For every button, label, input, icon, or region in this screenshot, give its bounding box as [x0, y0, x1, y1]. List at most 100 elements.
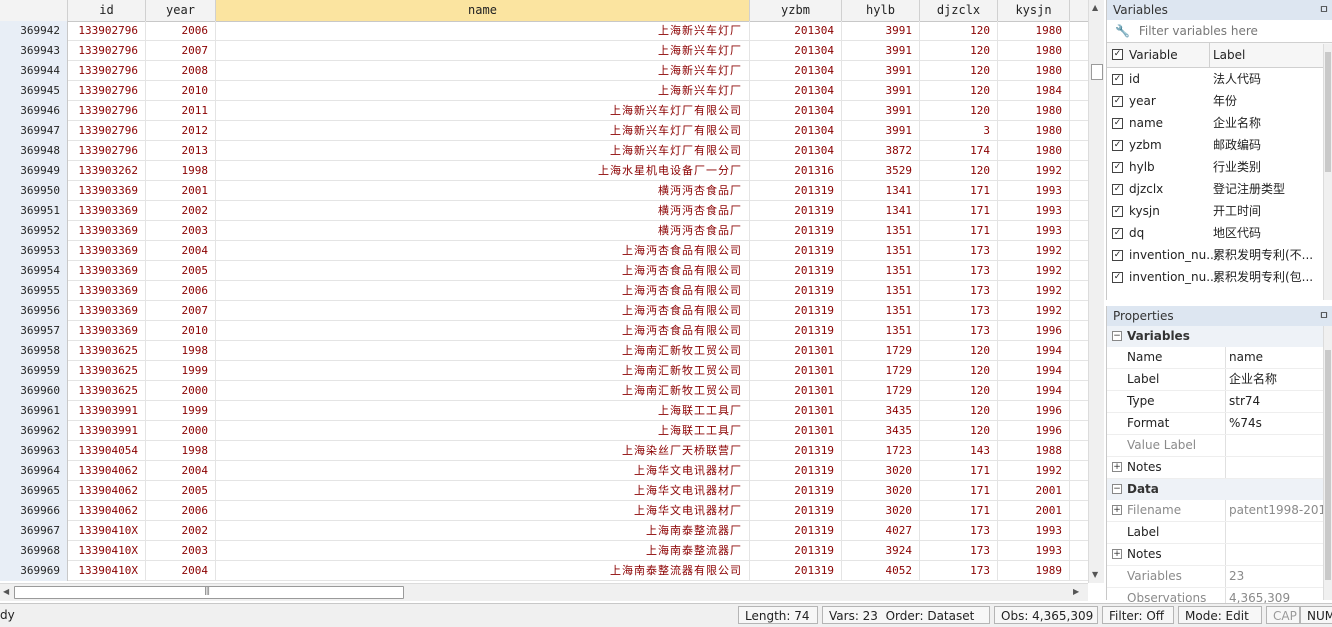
- cell-yzbm[interactable]: 201319: [750, 521, 842, 541]
- cell-id[interactable]: 133903369: [68, 321, 146, 341]
- variable-checkbox[interactable]: ✓: [1112, 118, 1123, 129]
- table-row[interactable]: 369944 133902796 2008 上海新兴车灯厂 201304 3991 120 1…: [0, 61, 1088, 81]
- cell-name[interactable]: 上海新兴车灯厂有限公司: [216, 141, 750, 161]
- cell-id[interactable]: 133903369: [68, 181, 146, 201]
- cell-name[interactable]: 上海南泰整流器有限公司: [216, 561, 750, 581]
- pin-icon[interactable]: ㅁ: [1319, 306, 1329, 326]
- column-header-name[interactable]: name: [216, 0, 750, 21]
- cell-djzclx[interactable]: 173: [920, 521, 998, 541]
- cell-kysjn[interactable]: 1989: [998, 561, 1070, 581]
- column-variable-header[interactable]: Variable: [1129, 43, 1178, 67]
- cell-yzbm[interactable]: 201316: [750, 161, 842, 181]
- property-row[interactable]: + Filename patent1998-201: [1107, 500, 1332, 522]
- column-header-year[interactable]: year: [146, 0, 216, 21]
- cell-year[interactable]: 1998: [146, 161, 216, 181]
- cell-djzclx[interactable]: 173: [920, 301, 998, 321]
- cell-yzbm[interactable]: 201301: [750, 341, 842, 361]
- cell-name[interactable]: 横沔沔杏食品厂: [216, 181, 750, 201]
- cell-name[interactable]: 上海沔杏食品有限公司: [216, 321, 750, 341]
- cell-name[interactable]: 上海染丝厂天桥联营厂: [216, 441, 750, 461]
- column-header-id[interactable]: id: [68, 0, 146, 21]
- cell-kysjn[interactable]: 1993: [998, 181, 1070, 201]
- cell-id[interactable]: 133902796: [68, 61, 146, 81]
- cell-hylb[interactable]: 3872: [842, 141, 920, 161]
- cell-year[interactable]: 1998: [146, 341, 216, 361]
- property-value[interactable]: 企业名称: [1229, 369, 1323, 390]
- cell-year[interactable]: 1999: [146, 361, 216, 381]
- cell-yzbm[interactable]: 201304: [750, 101, 842, 121]
- scroll-right-icon[interactable]: ▶: [1073, 587, 1079, 596]
- variable-row[interactable]: ✓ djzclx 登记注册类型: [1107, 178, 1332, 200]
- cell-id[interactable]: 133902796: [68, 21, 146, 41]
- cell-djzclx[interactable]: 171: [920, 201, 998, 221]
- cell-name[interactable]: 上海水星机电设备厂一分厂: [216, 161, 750, 181]
- column-header-hylb[interactable]: hylb: [842, 0, 920, 21]
- cell-djzclx[interactable]: 171: [920, 481, 998, 501]
- cell-name[interactable]: 上海南泰整流器厂: [216, 541, 750, 561]
- variable-row[interactable]: ✓ hylb 行业类别: [1107, 156, 1332, 178]
- row-number[interactable]: 369956: [0, 301, 68, 321]
- grid-vertical-scrollbar[interactable]: ▲ ▼: [1088, 0, 1104, 583]
- row-number[interactable]: 369962: [0, 421, 68, 441]
- cell-djzclx[interactable]: 120: [920, 341, 998, 361]
- cell-year[interactable]: 2003: [146, 541, 216, 561]
- cell-hylb[interactable]: 1351: [842, 321, 920, 341]
- cell-yzbm[interactable]: 201319: [750, 561, 842, 581]
- cell-id[interactable]: 133903369: [68, 301, 146, 321]
- variable-checkbox[interactable]: ✓: [1112, 250, 1123, 261]
- cell-year[interactable]: 1999: [146, 401, 216, 421]
- cell-kysjn[interactable]: 1980: [998, 21, 1070, 41]
- cell-year[interactable]: 2004: [146, 241, 216, 261]
- cell-name[interactable]: 上海新兴车灯厂: [216, 41, 750, 61]
- cell-djzclx[interactable]: 120: [920, 61, 998, 81]
- cell-hylb[interactable]: 3991: [842, 121, 920, 141]
- cell-name[interactable]: 上海华文电讯器材厂: [216, 461, 750, 481]
- table-row[interactable]: 369942 133902796 2006 上海新兴车灯厂 201304 3991 120 1…: [0, 21, 1088, 41]
- cell-year[interactable]: 1998: [146, 441, 216, 461]
- cell-yzbm[interactable]: 201304: [750, 141, 842, 161]
- variable-checkbox[interactable]: ✓: [1112, 74, 1123, 85]
- cell-year[interactable]: 2012: [146, 121, 216, 141]
- cell-djzclx[interactable]: 120: [920, 81, 998, 101]
- cell-name[interactable]: 上海南汇新牧工贸公司: [216, 341, 750, 361]
- table-row[interactable]: 369962 133903991 2000 上海联工工具厂 201301 3435 120 1…: [0, 421, 1088, 441]
- cell-kysjn[interactable]: 1992: [998, 241, 1070, 261]
- cell-kysjn[interactable]: 1992: [998, 261, 1070, 281]
- table-row[interactable]: 369969 13390410X 2004 上海南泰整流器有限公司 201319 4052…: [0, 561, 1088, 581]
- table-row[interactable]: 369948 133902796 2013 上海新兴车灯厂有限公司 201304 3872…: [0, 141, 1088, 161]
- row-number[interactable]: 369963: [0, 441, 68, 461]
- cell-kysjn[interactable]: 2001: [998, 501, 1070, 521]
- cell-djzclx[interactable]: 171: [920, 461, 998, 481]
- cell-yzbm[interactable]: 201301: [750, 361, 842, 381]
- cell-year[interactable]: 2004: [146, 461, 216, 481]
- cell-year[interactable]: 2002: [146, 201, 216, 221]
- cell-djzclx[interactable]: 173: [920, 321, 998, 341]
- row-number[interactable]: 369964: [0, 461, 68, 481]
- cell-name[interactable]: 上海新兴车灯厂: [216, 81, 750, 101]
- property-row[interactable]: + Notes: [1107, 544, 1332, 566]
- cell-kysjn[interactable]: 1980: [998, 101, 1070, 121]
- scroll-left-icon[interactable]: ◀: [3, 587, 9, 596]
- cell-hylb[interactable]: 1341: [842, 201, 920, 221]
- cell-kysjn[interactable]: 1980: [998, 61, 1070, 81]
- cell-hylb[interactable]: 1351: [842, 241, 920, 261]
- cell-name[interactable]: 上海南汇新牧工贸公司: [216, 361, 750, 381]
- cell-yzbm[interactable]: 201319: [750, 441, 842, 461]
- cell-yzbm[interactable]: 201319: [750, 321, 842, 341]
- expand-icon[interactable]: +: [1112, 549, 1122, 559]
- row-number[interactable]: 369944: [0, 61, 68, 81]
- property-value[interactable]: str74: [1229, 391, 1323, 412]
- select-all-checkbox[interactable]: ✓: [1112, 49, 1123, 60]
- cell-hylb[interactable]: 3991: [842, 101, 920, 121]
- cell-name[interactable]: 横沔沔杏食品厂: [216, 221, 750, 241]
- cell-id[interactable]: 133903625: [68, 361, 146, 381]
- properties-scrollbar[interactable]: [1323, 326, 1332, 600]
- table-row[interactable]: 369950 133903369 2001 横沔沔杏食品厂 201319 1341 171 1…: [0, 181, 1088, 201]
- pin-icon[interactable]: ㅁ: [1319, 0, 1329, 20]
- cell-hylb[interactable]: 1729: [842, 341, 920, 361]
- property-row[interactable]: Variables 23: [1107, 566, 1332, 588]
- property-value[interactable]: name: [1229, 347, 1323, 368]
- variable-checkbox[interactable]: ✓: [1112, 140, 1123, 151]
- cell-name[interactable]: 上海南汇新牧工贸公司: [216, 381, 750, 401]
- cell-kysjn[interactable]: 1988: [998, 441, 1070, 461]
